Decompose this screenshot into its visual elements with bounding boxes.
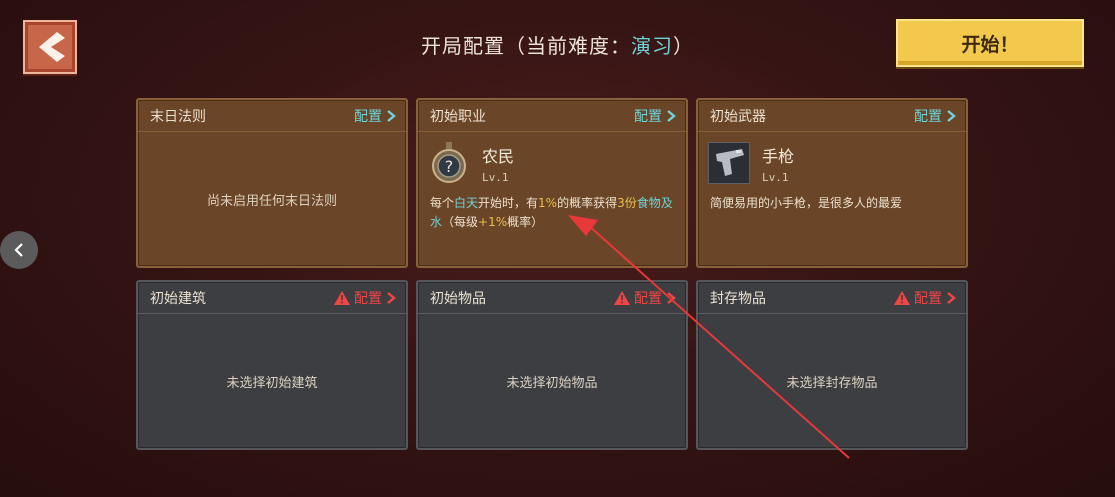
profession-description: 每个白天开始时，有1%的概率获得3份食物及水（每级+1%概率） [430,196,673,229]
weapon-name: 手枪 [762,146,795,166]
weapon-level: Lv.1 [762,170,789,184]
warning-triangle-icon [894,290,910,305]
difficulty-label: 演习 [631,34,673,58]
chevron-right-icon [667,109,676,122]
warning-triangle-icon [334,290,350,305]
empty-text: 未选择初始物品 [506,375,598,391]
chevron-left-icon [14,243,23,257]
card-title: 初始物品 [430,290,486,307]
profession-name: 农民 [482,146,515,166]
configure-button[interactable]: 配置 [894,288,956,308]
previous-page-button[interactable] [0,231,38,269]
weapon-description: 简便易用的小手枪，是很多人的最爱 [710,196,903,210]
doom-rules-card: 末日法则 配置 尚未启用任何末日法则 [136,98,408,268]
weapon-card: 初始武器 配置 手枪 Lv.1 简便易用的小手枪，是很多人的最爱 [696,98,968,268]
card-title: 初始建筑 [150,290,206,307]
card-title: 初始职业 [430,108,486,125]
chevron-right-icon [387,291,396,304]
profession-medal-icon: ? [432,142,466,183]
empty-text: 尚未启用任何末日法则 [206,193,337,209]
configure-button[interactable]: 配置 [914,106,956,126]
profession-level: Lv.1 [482,170,509,184]
configure-button[interactable]: 配置 [334,288,396,308]
profession-card: 初始职业 配置 ? 农民 Lv.1 每个白天开始时，有1%的概率获得3份食物及水… [416,98,688,268]
card-title: 封存物品 [710,290,766,307]
pistol-icon [708,142,750,184]
warning-triangle-icon [614,290,630,305]
configure-button[interactable]: 配置 [634,106,676,126]
empty-text: 未选择初始建筑 [226,375,318,391]
building-card: 初始建筑 配置 未选择初始建筑 [136,280,408,450]
chevron-right-icon [667,291,676,304]
stored-items-card: 封存物品 配置 未选择封存物品 [696,280,968,450]
card-title: 初始武器 [710,108,766,125]
configure-button[interactable]: 配置 [614,288,676,308]
empty-text: 未选择封存物品 [786,375,878,391]
card-title: 末日法则 [150,108,206,125]
chevron-right-icon [387,109,396,122]
chevron-right-icon [947,109,956,122]
chevron-right-icon [947,291,956,304]
start-button[interactable]: 开始！ [896,19,1084,67]
items-card: 初始物品 配置 未选择初始物品 [416,280,688,450]
configure-button[interactable]: 配置 [354,106,396,126]
svg-text:?: ? [445,157,454,176]
